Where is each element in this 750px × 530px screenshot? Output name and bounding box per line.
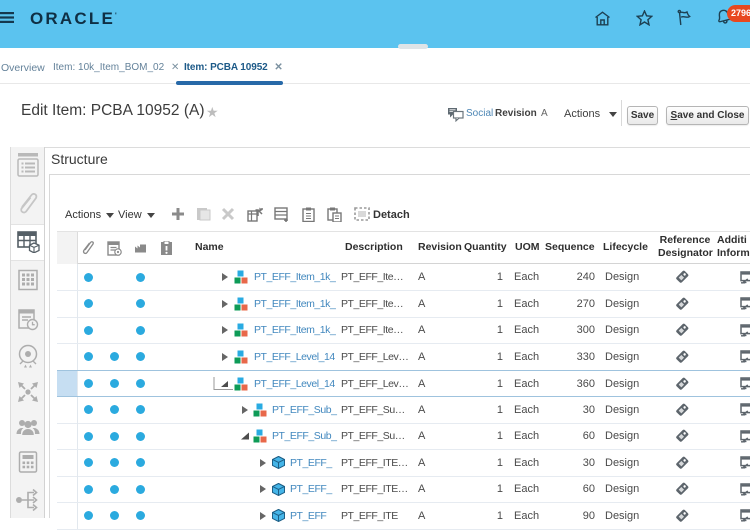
svg-text:▲▲: ▲▲ bbox=[23, 364, 33, 369]
